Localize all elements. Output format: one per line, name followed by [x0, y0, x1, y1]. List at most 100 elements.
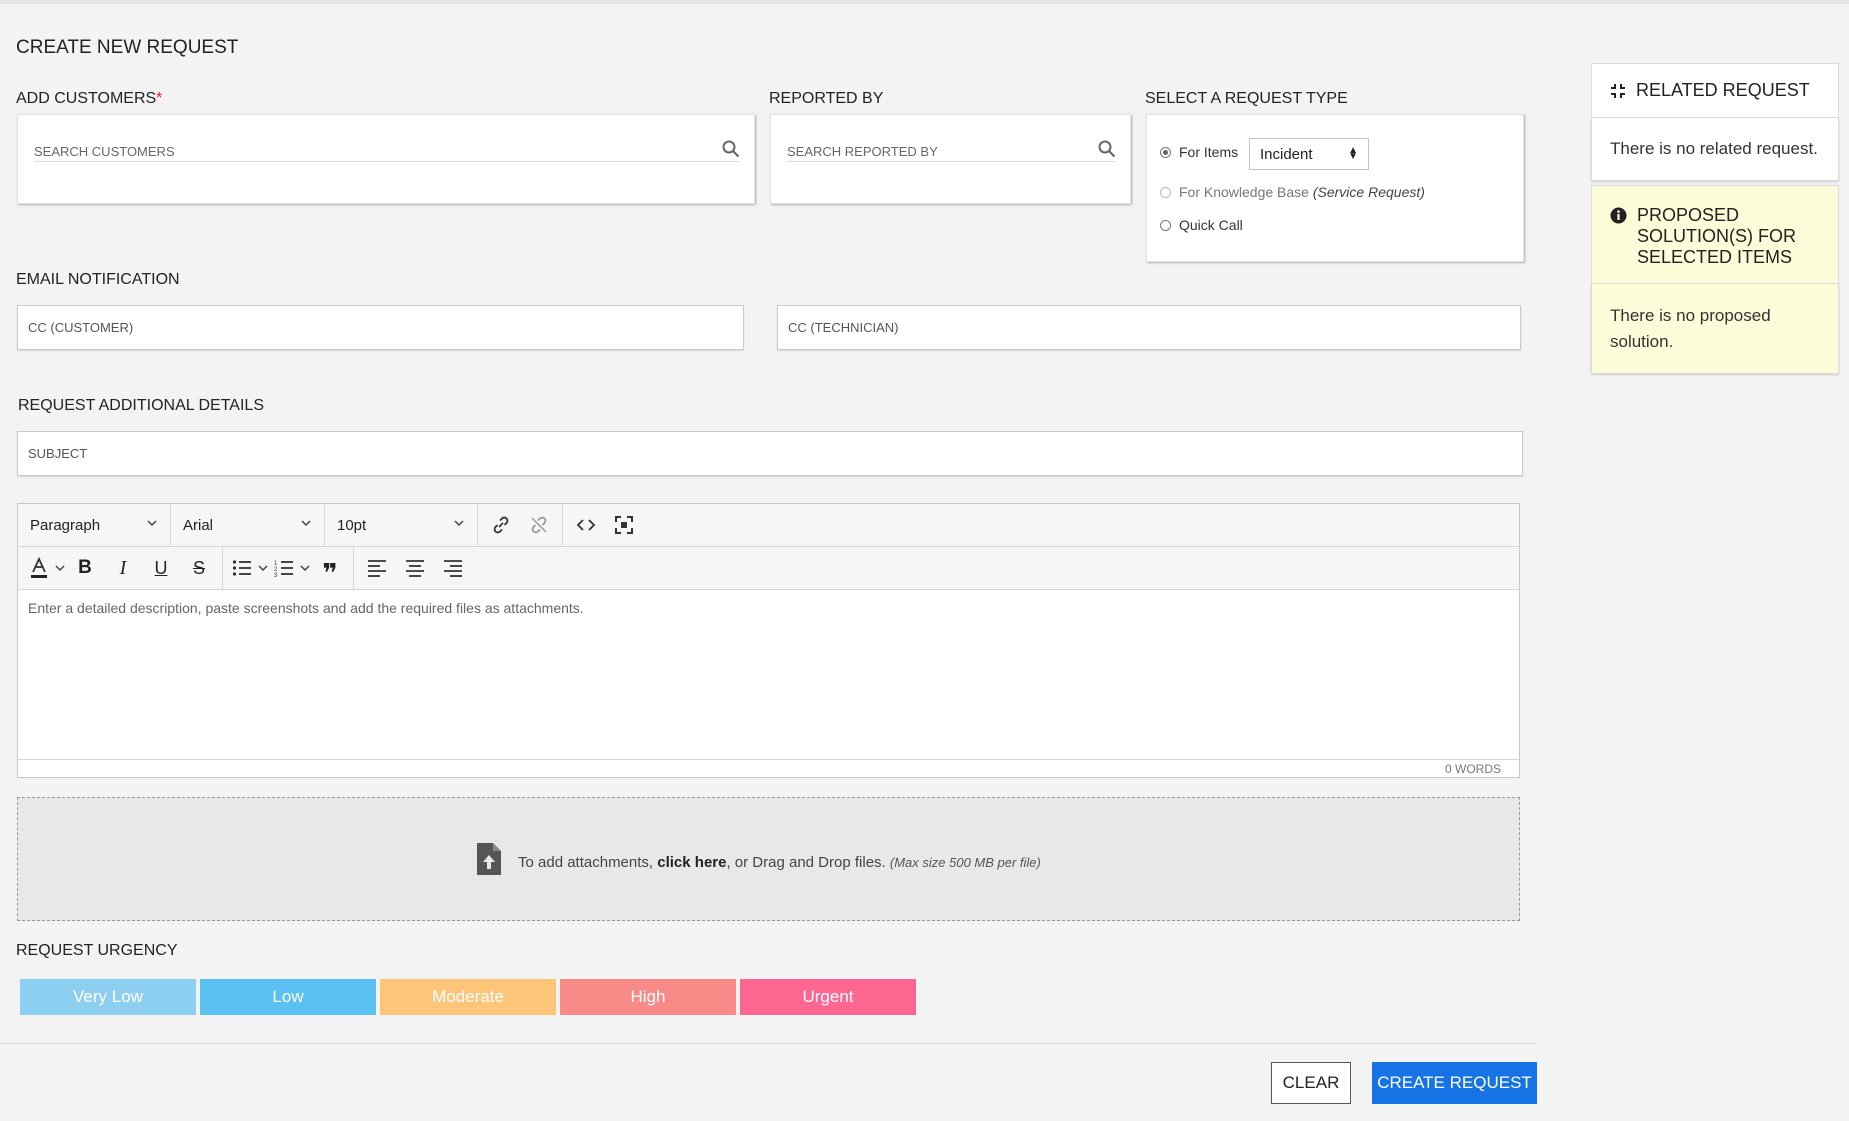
- paragraph-dropdown[interactable]: Paragraph: [18, 504, 171, 546]
- align-group: [354, 547, 476, 589]
- unlink-icon[interactable]: [520, 504, 558, 546]
- required-mark: *: [156, 90, 163, 107]
- chevron-down-icon[interactable]: [257, 562, 269, 574]
- text-format-group: B I U S: [18, 547, 223, 589]
- urgency-label: REQUEST URGENCY: [16, 942, 178, 959]
- reported-by-card: SEARCH REPORTED BY: [770, 114, 1131, 204]
- size-dropdown[interactable]: 10pt: [325, 504, 478, 546]
- related-request-title: RELATED REQUEST: [1636, 80, 1810, 100]
- editor-content[interactable]: Enter a detailed description, paste scre…: [28, 600, 584, 616]
- customers-card: SEARCH CUSTOMERS: [17, 114, 755, 204]
- chevron-down-icon[interactable]: [299, 562, 311, 574]
- numbered-list-icon[interactable]: 123: [269, 547, 299, 589]
- page-title: CREATE NEW REQUEST: [16, 37, 239, 58]
- cc-customer-input[interactable]: CC (CUSTOMER): [17, 305, 744, 350]
- size-value: 10pt: [337, 516, 367, 534]
- reported-by-search-placeholder: SEARCH REPORTED BY: [787, 143, 938, 159]
- radio-for-items[interactable]: For Items: [1160, 144, 1238, 160]
- paragraph-value: Paragraph: [30, 516, 101, 534]
- attachment-text: To add attachments, click here, or Drag …: [518, 854, 1041, 871]
- bullet-list-icon[interactable]: [227, 547, 257, 589]
- svg-text:3: 3: [274, 573, 278, 577]
- upload-file-icon: [477, 843, 501, 875]
- select-arrows-icon: ▲ ▼: [1348, 145, 1358, 162]
- chevron-down-icon: [301, 520, 311, 527]
- editor-toolbar-format: B I U S 123 ❞: [18, 547, 1519, 590]
- additional-details-label: REQUEST ADDITIONAL DETAILS: [18, 397, 264, 414]
- select-value: Incident: [1260, 145, 1313, 163]
- top-border: [0, 0, 1849, 4]
- reported-by-label: REPORTED BY: [769, 90, 884, 107]
- bold-icon[interactable]: B: [66, 547, 104, 589]
- quote-icon[interactable]: ❞: [311, 542, 349, 594]
- customers-label: ADD CUSTOMERS*: [16, 90, 162, 108]
- strikethrough-icon[interactable]: S: [180, 547, 218, 589]
- cc-technician-input[interactable]: CC (TECHNICIAN): [777, 305, 1521, 350]
- font-color-icon[interactable]: [24, 547, 54, 589]
- cc-technician-placeholder: CC (TECHNICIAN): [788, 320, 899, 335]
- proposed-solution-body: There is no proposed solution.: [1591, 284, 1839, 374]
- proposed-solution-title: PROPOSED SOLUTION(S) FOR SELECTED ITEMS: [1637, 205, 1797, 267]
- attachment-dropzone[interactable]: To add attachments, click here, or Drag …: [17, 797, 1520, 921]
- chevron-down-icon[interactable]: [54, 562, 66, 574]
- urgency-low[interactable]: Low: [200, 979, 376, 1015]
- collapse-icon: [1611, 83, 1625, 98]
- related-request-body: There is no related request.: [1591, 118, 1839, 181]
- email-notification-label: EMAIL NOTIFICATION: [16, 271, 180, 288]
- radio-button[interactable]: [1160, 186, 1171, 198]
- customers-search-placeholder: SEARCH CUSTOMERS: [34, 143, 175, 159]
- radio-for-knowledge-base[interactable]: For Knowledge Base (Service Request): [1160, 184, 1425, 200]
- attachment-text-after: , or Drag and Drop files.: [726, 854, 890, 871]
- attachment-click-here-link[interactable]: click here: [657, 854, 726, 871]
- subject-placeholder: SUBJECT: [28, 446, 88, 461]
- word-count: 0 WORDS: [18, 759, 1519, 777]
- radio-label: For Items: [1179, 144, 1239, 160]
- attachment-size-note: (Max size 500 MB per file): [889, 855, 1041, 870]
- radio-button[interactable]: [1160, 146, 1171, 158]
- proposed-solution-panel: PROPOSED SOLUTION(S) FOR SELECTED ITEMS …: [1591, 185, 1839, 374]
- editor-toolbar-top: Paragraph Arial 10pt: [18, 504, 1519, 547]
- list-group: 123 ❞: [223, 547, 354, 589]
- chevron-down-icon: [454, 520, 464, 527]
- radio-label: Quick Call: [1179, 217, 1243, 233]
- info-icon: [1610, 207, 1627, 224]
- code-icon[interactable]: [567, 504, 605, 546]
- italic-icon[interactable]: I: [104, 547, 142, 589]
- radio-label-suffix: (Service Request): [1312, 184, 1425, 200]
- radio-quick-call[interactable]: Quick Call: [1160, 217, 1243, 233]
- attachment-text-before: To add attachments,: [518, 854, 658, 871]
- radio-button[interactable]: [1160, 219, 1171, 231]
- radio-label: For Knowledge Base: [1179, 184, 1309, 200]
- cc-customer-placeholder: CC (CUSTOMER): [28, 320, 134, 335]
- fullscreen-icon[interactable]: [605, 504, 643, 546]
- urgency-high[interactable]: High: [560, 979, 736, 1015]
- create-request-button[interactable]: CREATE REQUEST: [1372, 1062, 1537, 1104]
- urgency-urgent[interactable]: Urgent: [740, 979, 916, 1015]
- reported-by-search-input[interactable]: SEARCH REPORTED BY: [787, 137, 1116, 162]
- align-right-icon[interactable]: [434, 547, 472, 589]
- search-icon[interactable]: [1098, 140, 1116, 158]
- clear-button[interactable]: CLEAR: [1271, 1062, 1351, 1104]
- urgency-moderate[interactable]: Moderate: [380, 979, 556, 1015]
- chevron-down-icon: [147, 520, 157, 527]
- link-group: [478, 504, 563, 546]
- link-icon[interactable]: [482, 504, 520, 546]
- request-type-select[interactable]: Incident ▲ ▼: [1249, 138, 1369, 170]
- font-value: Arial: [183, 516, 214, 534]
- search-icon[interactable]: [722, 140, 740, 158]
- urgency-very-low[interactable]: Very Low: [20, 979, 196, 1015]
- related-request-panel: RELATED REQUEST There is no related requ…: [1591, 63, 1839, 181]
- view-group: [563, 504, 647, 546]
- customers-label-text: ADD CUSTOMERS: [16, 90, 157, 107]
- request-type-label: SELECT A REQUEST TYPE: [1145, 90, 1348, 107]
- align-center-icon[interactable]: [396, 547, 434, 589]
- align-left-icon[interactable]: [358, 547, 396, 589]
- proposed-solution-header[interactable]: PROPOSED SOLUTION(S) FOR SELECTED ITEMS: [1591, 185, 1839, 284]
- description-editor: Paragraph Arial 10pt B I U S 1 2 3 ❞ Ent…: [17, 503, 1520, 778]
- customers-search-input[interactable]: SEARCH CUSTOMERS: [34, 137, 740, 162]
- underline-icon[interactable]: U: [142, 547, 180, 589]
- footer-divider: [0, 1043, 1537, 1044]
- font-dropdown[interactable]: Arial: [171, 504, 325, 546]
- related-request-header[interactable]: RELATED REQUEST: [1591, 63, 1839, 118]
- subject-input[interactable]: SUBJECT: [17, 431, 1523, 476]
